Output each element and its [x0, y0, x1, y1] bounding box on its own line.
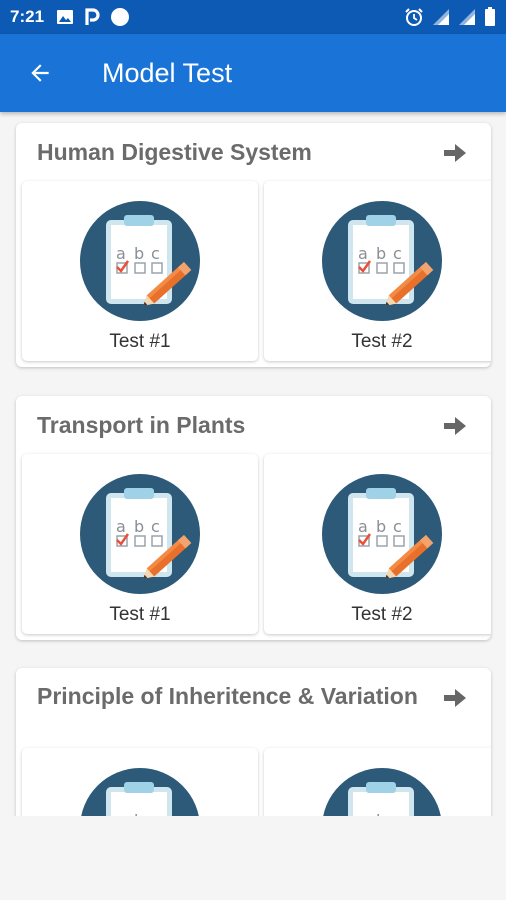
arrow-back-icon: [31, 64, 49, 82]
test-card[interactable]: Test #2: [264, 454, 491, 634]
test-card[interactable]: Test #1: [22, 181, 258, 361]
page-title: Model Test: [102, 57, 233, 88]
section-title: Human Digestive System: [37, 139, 312, 165]
section-header: Human Digestive System: [16, 123, 491, 181]
test-label: Test #1: [109, 604, 171, 625]
test-label: Test #1: [109, 331, 171, 352]
test-label: Test #2: [351, 331, 413, 352]
section-header: Principle of Inheritence & Variation: [16, 668, 491, 748]
arrow-forward-icon: [444, 144, 466, 162]
section-title: Transport in Plants: [37, 412, 246, 438]
section-arrow-button[interactable]: [441, 414, 469, 438]
section-arrow-button[interactable]: [441, 141, 469, 165]
tests-row: Test #1 Test #2: [16, 181, 491, 367]
section-card: Transport in Plants Test #1 Test #2: [16, 396, 491, 640]
quiz-clipboard-icon: [80, 201, 200, 321]
arrow-forward-icon: [444, 417, 466, 435]
p-app-icon: [84, 8, 100, 26]
back-button[interactable]: [20, 53, 60, 93]
test-list[interactable]: Human Digestive System Test #1 Test #2 T…: [0, 112, 506, 816]
tests-row: [16, 748, 491, 816]
quiz-clipboard-icon: [322, 201, 442, 321]
section-title: Principle of Inheritence & Variation: [37, 683, 418, 709]
bottom-blank-area: [0, 816, 506, 900]
test-card[interactable]: [22, 748, 258, 816]
status-bar: 7:21: [0, 0, 506, 34]
section-header: Transport in Plants: [16, 396, 491, 454]
quiz-clipboard-icon: [322, 768, 442, 816]
test-card[interactable]: [264, 748, 491, 816]
arrow-forward-icon: [444, 689, 466, 707]
test-label: Test #2: [351, 604, 413, 625]
quiz-clipboard-icon: [80, 768, 200, 816]
signal-icon: [458, 8, 476, 26]
alarm-icon: [404, 7, 424, 27]
signal-icon: [432, 8, 450, 26]
section-arrow-button[interactable]: [441, 686, 469, 710]
app-bar: Model Test: [0, 34, 506, 112]
section-card: Human Digestive System Test #1 Test #2: [16, 123, 491, 367]
status-right-icons: [404, 7, 496, 27]
test-card[interactable]: Test #2: [264, 181, 491, 361]
section-card: Principle of Inheritence & Variation: [16, 668, 491, 816]
quiz-clipboard-icon: [322, 474, 442, 594]
circle-app-icon: [110, 7, 130, 27]
image-icon: [56, 9, 74, 25]
status-left-icons: [56, 7, 130, 27]
quiz-clipboard-icon: [80, 474, 200, 594]
test-card[interactable]: Test #1: [22, 454, 258, 634]
status-time: 7:21: [10, 7, 45, 26]
tests-row: Test #1 Test #2: [16, 454, 491, 640]
battery-icon: [484, 7, 496, 27]
